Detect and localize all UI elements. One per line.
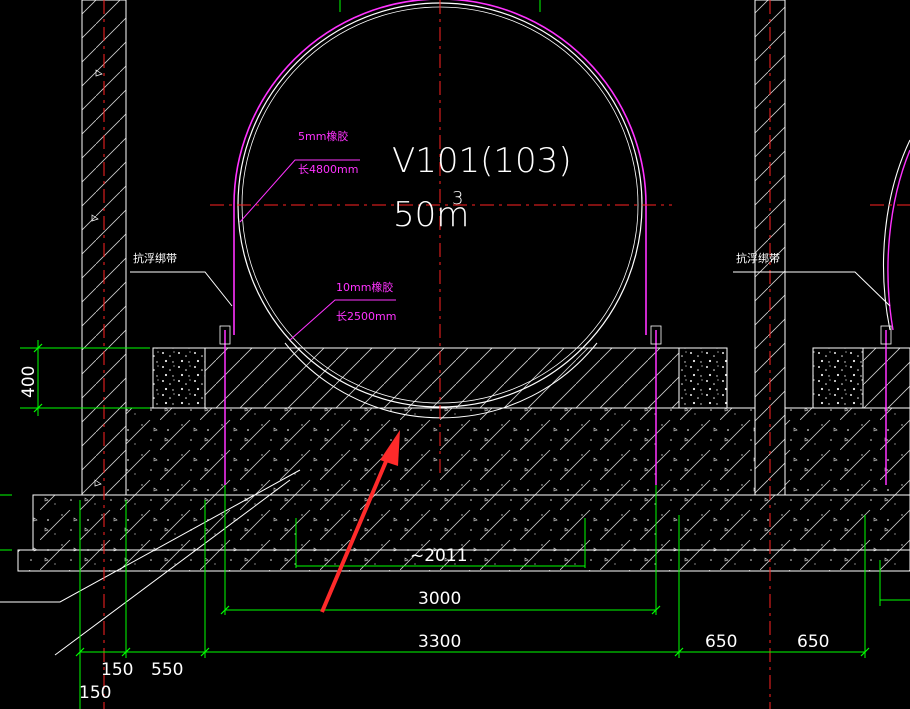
dim-550: 550 xyxy=(151,660,183,680)
dim-650-a: 650 xyxy=(705,632,737,652)
dim-400: 400 xyxy=(19,366,39,398)
anti-float-strap-label-right: 抗浮绑带 xyxy=(736,251,780,265)
dim-150-b: 150 xyxy=(79,683,111,703)
dim-3300: 3300 xyxy=(418,632,461,652)
support-block-left xyxy=(152,347,206,409)
dim-150-a: 150 xyxy=(101,660,133,680)
tank-volume-superscript: 3 xyxy=(452,188,463,209)
rubber-10mm-length: 长2500mm xyxy=(336,310,396,323)
cad-drawing-canvas: V101(103) 50m 3 5mm橡胶 长4800mm 10mm橡胶 长25… xyxy=(0,0,910,709)
tank-id-label: V101(103) xyxy=(392,141,572,181)
dim-approx-2011: ~2011 xyxy=(410,546,468,566)
rubber-5mm-title: 5mm橡胶 xyxy=(298,129,348,143)
rubber-10mm-title: 10mm橡胶 xyxy=(336,280,393,294)
support-block-far-right xyxy=(812,347,864,409)
base-slab xyxy=(125,407,910,496)
saddle xyxy=(204,347,680,409)
dim-3000: 3000 xyxy=(418,589,461,609)
support-block-right xyxy=(678,347,728,409)
anti-float-strap-label-left: 抗浮绑带 xyxy=(133,251,177,265)
rubber-5mm-length: 长4800mm xyxy=(298,163,358,176)
dim-650-b: 650 xyxy=(797,632,829,652)
